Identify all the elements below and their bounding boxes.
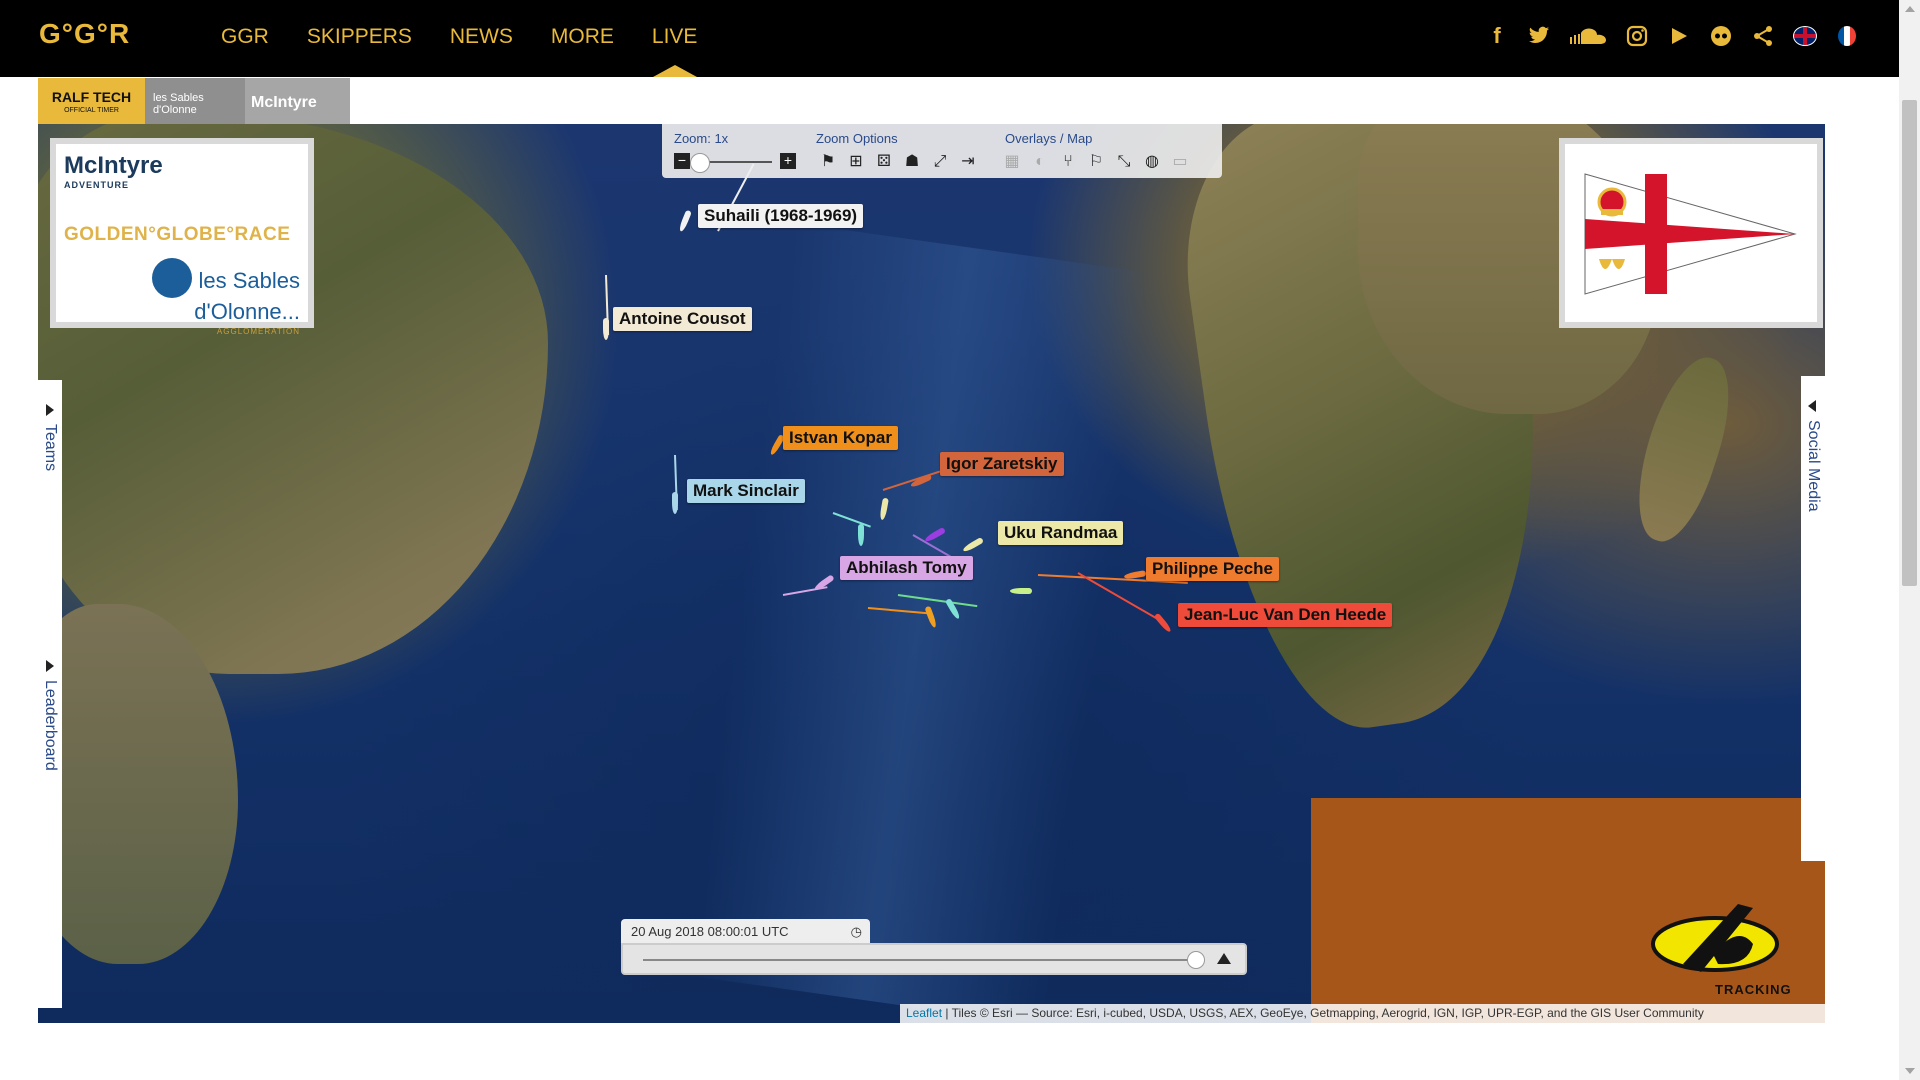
mcintyre-panel-text: McIntyre xyxy=(64,152,163,179)
fr-flag-icon[interactable] xyxy=(1835,24,1859,48)
youtube-icon[interactable] xyxy=(1667,24,1691,48)
nav-skippers[interactable]: SKIPPERS xyxy=(307,25,412,49)
timeline-knob[interactable] xyxy=(1187,951,1205,969)
exit-icon[interactable]: ⇥ xyxy=(958,152,978,172)
nav-more[interactable]: MORE xyxy=(551,25,614,49)
map-toolbar: Zoom: 1x Zoom Options Overlays / Map − +… xyxy=(662,124,1222,178)
mcintyre-panel-sub: ADVENTURE xyxy=(64,180,130,190)
waypoints-icon[interactable]: ⚐ xyxy=(1086,152,1106,172)
yacht-club-flag-panel[interactable] xyxy=(1559,138,1823,328)
tiles-attribution: | Tiles © Esri — Source: Esri, i-cubed, … xyxy=(942,1006,1704,1020)
boat-label-suhaili[interactable]: Suhaili (1968-1969) xyxy=(698,204,864,228)
tracking-label: TRACKING xyxy=(1715,982,1792,997)
golden-globe-race-logo: GOLDEN°GLOBE°RACE xyxy=(64,224,291,245)
boat-label-istvan-kopar[interactable]: Istvan Kopar xyxy=(783,426,898,450)
course-icon[interactable]: ⑂ xyxy=(1058,152,1078,172)
boat-hull-lime[interactable] xyxy=(1010,588,1032,594)
clock-icon[interactable]: ◷ xyxy=(851,919,862,945)
zoom-slider-knob[interactable] xyxy=(690,153,710,173)
nav-news[interactable]: NEWS xyxy=(450,25,513,49)
mcintyre-panel-logo: McIntyre ADVENTURE xyxy=(64,152,163,190)
leaderboard-expand-icon[interactable] xyxy=(46,660,54,672)
social-media-tab-label: Social Media xyxy=(1805,420,1822,512)
route-icon[interactable]: ⤡ xyxy=(1114,152,1134,172)
timeline-datetime-text: 20 Aug 2018 08:00:01 UTC xyxy=(631,924,789,939)
boat-label-uku-randmaa[interactable]: Uku Randmaa xyxy=(998,521,1124,545)
group-icon[interactable]: ☗ xyxy=(902,152,922,172)
boat-hull-jean-luc-van-den-heede[interactable] xyxy=(1153,612,1173,634)
race-logo-panel[interactable]: McIntyre ADVENTURE GOLDEN°GLOBE°RACE les… xyxy=(50,138,314,336)
boat-hull-teal[interactable] xyxy=(858,524,864,546)
sables-panel-sub: AGGLOMERATION xyxy=(216,327,300,336)
play-icon[interactable] xyxy=(1217,953,1231,964)
boat-label-philippe-peche[interactable]: Philippe Peche xyxy=(1146,557,1279,581)
ggr-logo[interactable]: G°G°R xyxy=(39,18,130,50)
uk-flag-icon[interactable] xyxy=(1793,24,1817,48)
teams-tab-label: Teams xyxy=(42,424,59,472)
leaderboard-tab[interactable]: Leaderboard xyxy=(38,636,62,1008)
map-layer-icon[interactable]: ▭ xyxy=(1170,152,1190,172)
timeline-slider[interactable] xyxy=(621,943,1247,975)
leaflet-link[interactable]: Leaflet xyxy=(906,1006,942,1020)
burgee-icon xyxy=(1584,173,1797,295)
social-media-tab[interactable]: Social Media xyxy=(1801,376,1825,861)
zoom-options-label: Zoom Options xyxy=(816,131,898,146)
overlays-label: Overlays / Map xyxy=(1005,131,1093,146)
daynight-icon[interactable]: ◐ xyxy=(1030,152,1050,172)
sables-panel-logo: les Sables d'Olonne... AGGLOMERATION xyxy=(56,258,300,342)
nav-links: GGR SKIPPERS NEWS MORE LIVE xyxy=(221,25,735,49)
map-canvas[interactable]: McIntyre ADVENTURE GOLDEN°GLOBE°RACE les… xyxy=(38,124,1825,1023)
zoom-label: Zoom: 1x xyxy=(674,131,729,146)
teams-expand-icon[interactable] xyxy=(46,404,54,416)
sables-panel-text: les Sables d'Olonne... xyxy=(194,267,300,324)
boat-label-jean-luc-van-den-heede[interactable]: Jean-Luc Van Den Heede xyxy=(1178,603,1393,627)
madagascar-land xyxy=(1620,347,1746,551)
leaderboard-tab-label: Leaderboard xyxy=(42,680,59,771)
social-expand-icon[interactable] xyxy=(1808,400,1816,412)
timeline-datetime: 20 Aug 2018 08:00:01 UTC ◷ xyxy=(621,919,870,945)
boat-hull-antoine-cousot[interactable] xyxy=(603,318,609,340)
flickr-icon[interactable] xyxy=(1709,24,1733,48)
zoom-out-button[interactable]: − xyxy=(674,153,690,169)
top-nav: G°G°R GGR SKIPPERS NEWS MORE LIVE f xyxy=(0,0,1899,77)
scroll-up-icon[interactable] xyxy=(1905,6,1915,12)
boat-label-abhilash-tomy[interactable]: Abhilash Tomy xyxy=(840,556,973,580)
page-scrollbar[interactable] xyxy=(1899,0,1920,1080)
boat-hull-suhaili[interactable] xyxy=(678,209,692,233)
boat-label-antoine-cousot[interactable]: Antoine Cousot xyxy=(613,307,752,331)
facebook-icon[interactable]: f xyxy=(1485,23,1509,48)
boat-label-igor-zaretskiy[interactable]: Igor Zaretskiy xyxy=(940,452,1064,476)
zoom-plus-box-icon[interactable]: ⊞ xyxy=(846,152,866,172)
scroll-down-icon[interactable] xyxy=(1905,1068,1915,1074)
ocean-ridge xyxy=(686,222,1150,1023)
zoom-dice-icon[interactable]: ⚄ xyxy=(874,152,894,172)
boat-label-mark-sinclair[interactable]: Mark Sinclair xyxy=(687,479,805,503)
fullscreen-icon[interactable]: ⤢ xyxy=(930,152,950,172)
ralf-tech-name: RALF TECH xyxy=(51,89,132,105)
boat-hull-mark-sinclair[interactable] xyxy=(672,492,678,514)
globe-icon[interactable]: ◍ xyxy=(1142,152,1162,172)
yb-tracking-logo[interactable]: TRACKING xyxy=(1643,894,1793,1004)
fleet-flag-icon[interactable]: ⚑ xyxy=(818,152,838,172)
social-icons: f xyxy=(1485,23,1859,48)
scroll-thumb[interactable] xyxy=(1902,100,1917,586)
grid-overlay-icon[interactable]: ▦ xyxy=(1002,152,1022,172)
map-attribution: Leaflet | Tiles © Esri — Source: Esri, i… xyxy=(900,1004,1825,1023)
sables-circle-icon xyxy=(152,258,193,298)
ralf-tech-sub: OFFICIAL TIMER xyxy=(64,107,119,114)
soundcloud-icon[interactable] xyxy=(1569,24,1607,48)
instagram-icon[interactable] xyxy=(1625,24,1649,48)
twitter-icon[interactable] xyxy=(1527,24,1551,48)
share-icon[interactable] xyxy=(1751,24,1775,48)
nav-ggr[interactable]: GGR xyxy=(221,25,269,49)
nav-live[interactable]: LIVE xyxy=(652,25,698,49)
timeline-track[interactable] xyxy=(643,959,1195,961)
zoom-in-button[interactable]: + xyxy=(780,153,796,169)
